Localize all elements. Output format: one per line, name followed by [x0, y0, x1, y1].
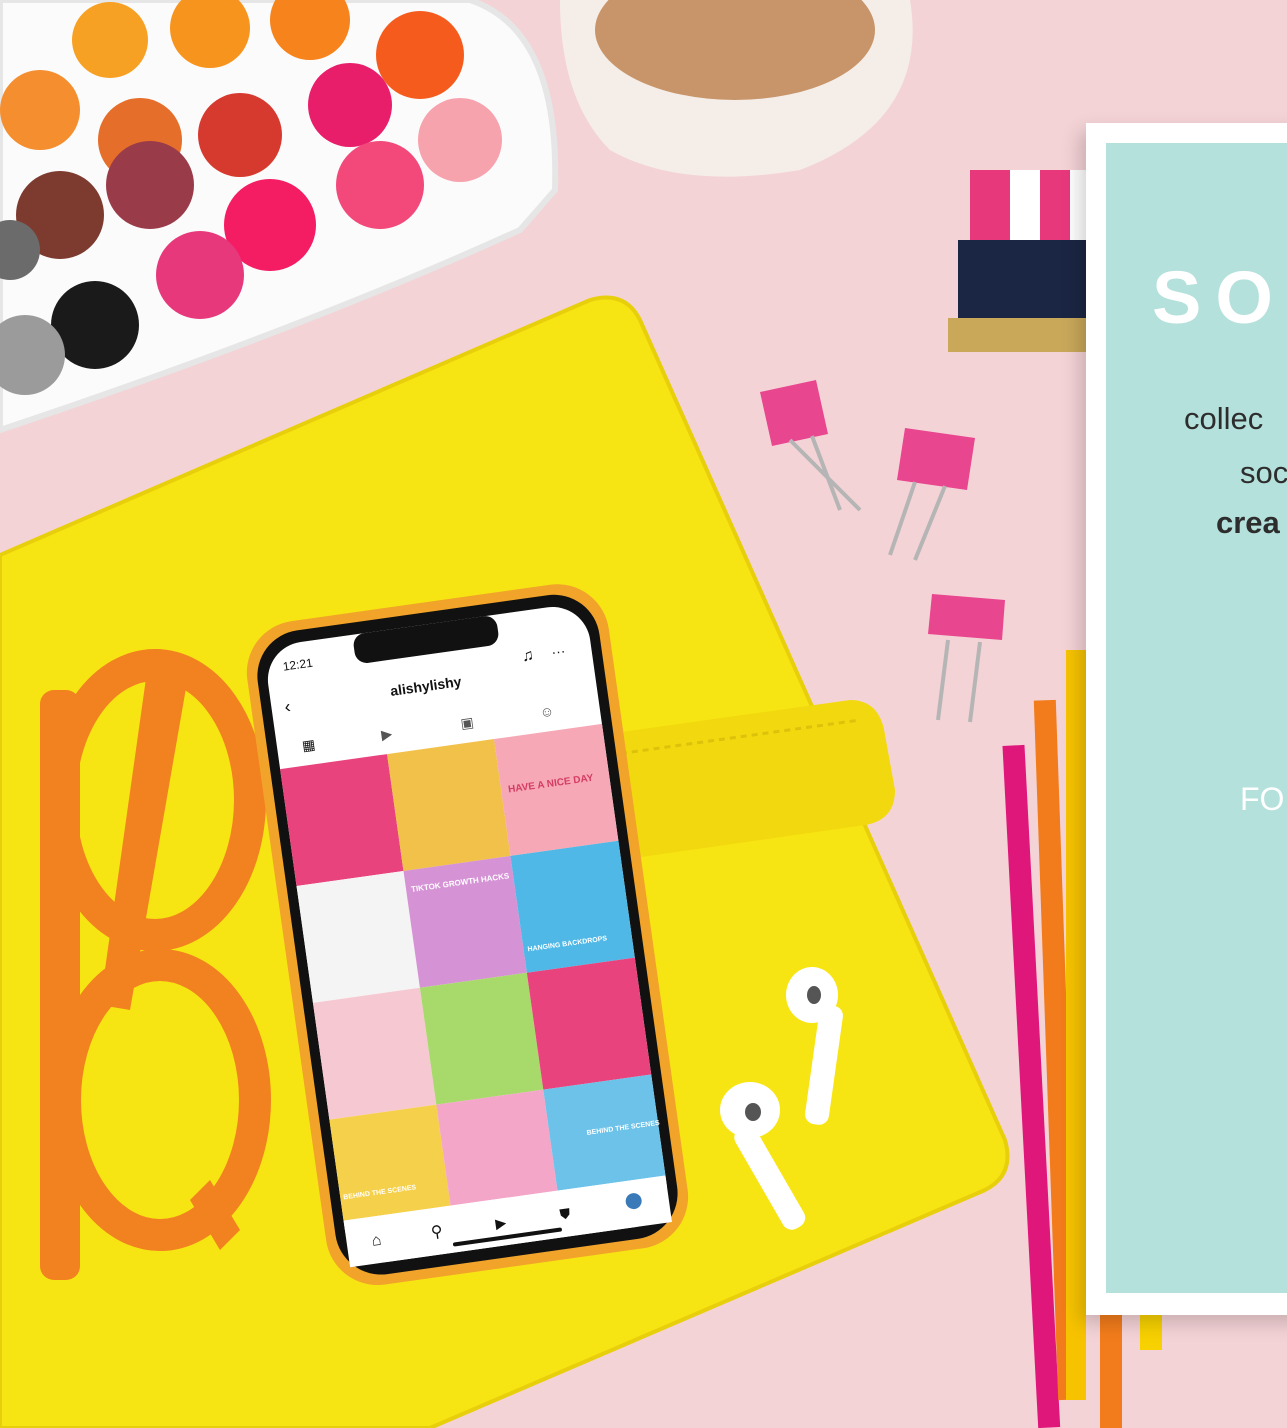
more-icon: ···	[550, 642, 566, 660]
grid-icon: ▦	[301, 736, 316, 754]
card-text-line: collec	[1184, 401, 1264, 436]
bell-icon: ♫	[521, 647, 535, 666]
card-text-line: crea	[1216, 505, 1280, 540]
tagged-icon: ☺	[539, 703, 555, 721]
text-card: SOC collec soc crea FO	[1086, 123, 1287, 1315]
text-card-panel: SOC collec soc crea FO	[1106, 143, 1287, 1293]
card-text-line: soc	[1240, 455, 1287, 490]
tv-icon: ▣	[459, 714, 474, 732]
card-title: SOC	[1152, 256, 1287, 339]
search-icon: ⚲	[430, 1223, 444, 1241]
card-text-line: FO	[1240, 781, 1285, 817]
